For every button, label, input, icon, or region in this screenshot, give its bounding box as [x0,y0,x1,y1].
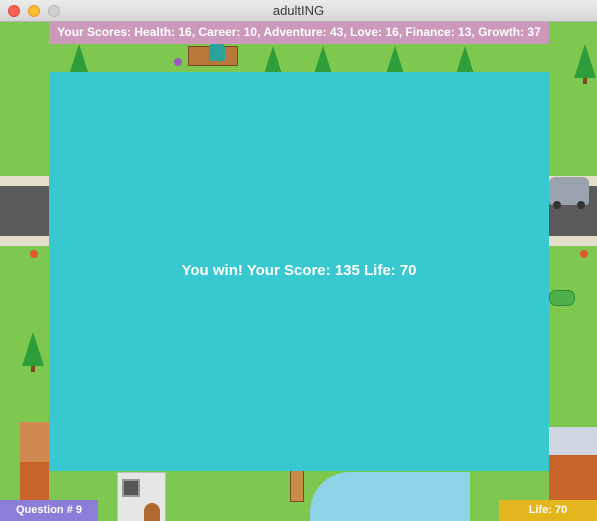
bush [549,290,575,306]
car-wheel [553,201,561,209]
game-canvas[interactable]: Your Scores: Health: 16, Career: 10, Adv… [0,22,597,521]
score-bar: Your Scores: Health: 16, Career: 10, Adv… [49,22,549,44]
car [549,177,589,209]
building [117,472,166,521]
house-roof [549,427,597,455]
win-message: You win! Your Score: 135 Life: 70 [181,262,417,279]
life-counter: Life: 70 [499,500,597,521]
window-titlebar: adultING [0,0,597,22]
car-wheel [577,201,585,209]
question-counter: Question # 9 [0,500,98,521]
building-window [122,479,140,497]
building-door [144,503,160,521]
flower [30,250,38,258]
park-bench [188,41,238,66]
tree [574,44,596,84]
npc-character[interactable] [209,41,225,61]
signpost [290,470,304,502]
house-roof [20,422,49,462]
flower [580,250,588,258]
house-right [549,427,597,500]
result-dialog: You win! Your Score: 135 Life: 70 [49,72,549,471]
flower [174,58,182,66]
river [310,472,470,521]
tree [22,332,44,372]
window-title: adultING [272,3,325,18]
